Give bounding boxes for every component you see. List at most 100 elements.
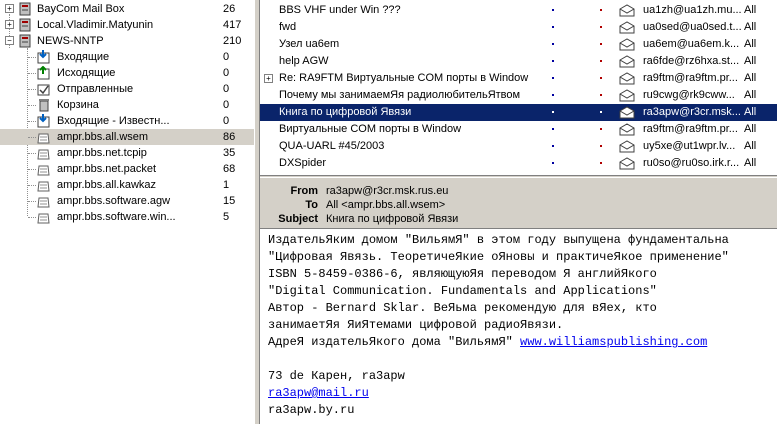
tree-connector-line bbox=[28, 105, 36, 106]
expand-icon[interactable]: + bbox=[5, 20, 14, 29]
tree-item-sent[interactable]: Отправленные 0 bbox=[0, 81, 254, 97]
envelope-icon bbox=[618, 4, 636, 17]
message-from: uy5xe@ut1wpr.lv... bbox=[643, 140, 736, 152]
message-from: ra9ftm@ra9ftm.pr... bbox=[643, 123, 738, 135]
tree-connector-line bbox=[28, 217, 36, 218]
envelope-icon bbox=[618, 157, 636, 170]
server-icon bbox=[19, 34, 31, 48]
message-from: ua1zh@ua1zh.mu... bbox=[643, 4, 741, 16]
message-row[interactable]: help AGW ra6fde@rz6hxa.st... All bbox=[260, 53, 777, 70]
header-from-row: From ra3apw@r3cr.msk.rus.eu bbox=[260, 184, 777, 198]
message-row[interactable]: BBS VHF under Win ??? ua1zh@ua1zh.mu... Al… bbox=[260, 2, 777, 19]
tree-item-local[interactable]: + Local.Vladimir.Matyunin 417 bbox=[0, 17, 254, 33]
folder-tree[interactable]: + BayCom Mail Box 26 + Local.Vladimir.Ma… bbox=[0, 0, 254, 424]
flag-dot-icon bbox=[600, 128, 602, 130]
message-subject: Узел ua6em bbox=[279, 38, 340, 50]
tree-item-newsgroup-tcpip[interactable]: ampr.bbs.net.tcpip 35 bbox=[0, 145, 254, 161]
tree-item-count: 417 bbox=[223, 19, 242, 31]
tree-item-count: 86 bbox=[223, 131, 236, 143]
message-to: All bbox=[744, 72, 757, 84]
tree-item-count: 1 bbox=[223, 179, 230, 191]
newsgroup-icon bbox=[37, 133, 50, 144]
body-text-line: "Цифровая Явязь. ТеоретичеЯкие оЯновы и … bbox=[268, 250, 729, 264]
tree-item-newsgroup-win[interactable]: ampr.bbs.software.win... 5 bbox=[0, 209, 254, 225]
body-text-line: занимаетЯя ЯиЯтемами цифровой радиоЯвязи… bbox=[268, 318, 564, 332]
tree-item-label: Корзина bbox=[57, 99, 99, 111]
header-to-row: To All <ampr.bbs.all.wsem> bbox=[260, 198, 777, 212]
tree-item-inbox[interactable]: Входящие 0 bbox=[0, 49, 254, 65]
flag-dot-icon bbox=[600, 60, 602, 62]
message-subject: help AGW bbox=[279, 55, 329, 67]
newsgroup-icon bbox=[37, 181, 50, 192]
flag-dot-icon bbox=[552, 77, 554, 79]
tree-item-newsgroup-kawkaz[interactable]: ampr.bbs.all.kawkaz 1 bbox=[0, 177, 254, 193]
message-row[interactable]: DXSpider ru0so@ru0so.irk.r... All bbox=[260, 155, 777, 172]
tree-item-label: ampr.bbs.all.kawkaz bbox=[57, 179, 157, 191]
flag-dot-icon bbox=[600, 26, 602, 28]
tree-item-label: ampr.bbs.software.agw bbox=[57, 195, 171, 207]
message-row[interactable]: Виртуальные COM порты в Window ra9ftm@ra9… bbox=[260, 121, 777, 138]
header-subject-value: Книга по цифровой Явязи bbox=[326, 213, 459, 225]
flag-dot-icon bbox=[600, 9, 602, 11]
flag-dot-icon bbox=[552, 111, 554, 113]
message-body-pane[interactable]: ИздательЯким домом "ВильямЯ" в этом году… bbox=[260, 228, 777, 424]
message-subject: QUA-UARL #45/2003 bbox=[279, 140, 385, 152]
tree-connector-line bbox=[28, 201, 36, 202]
tree-item-newsgroup-agw[interactable]: ampr.bbs.software.agw 15 bbox=[0, 193, 254, 209]
message-to: All bbox=[744, 89, 757, 101]
tree-connector-line bbox=[28, 169, 36, 170]
tree-item-label: ampr.bbs.net.tcpip bbox=[57, 147, 147, 159]
message-row[interactable]: Узел ua6em ua6em@ua6em.k... All bbox=[260, 36, 777, 53]
tree-item-outbox[interactable]: Исходящие 0 bbox=[0, 65, 254, 81]
message-to: All bbox=[744, 21, 757, 33]
flag-dot-icon bbox=[552, 9, 554, 11]
tree-item-newsgroup-wsem[interactable]: ampr.bbs.all.wsem 86 bbox=[0, 129, 254, 145]
tree-item-label: Входящие - Известн... bbox=[57, 115, 170, 127]
tree-item-count: 35 bbox=[223, 147, 236, 159]
tree-item-count: 210 bbox=[223, 35, 242, 47]
tree-connector-line bbox=[28, 121, 36, 122]
header-from-label: From bbox=[290, 185, 319, 197]
collapse-icon[interactable]: − bbox=[5, 36, 14, 45]
tree-item-news-nntp[interactable]: − NEWS-NNTP 210 bbox=[0, 33, 254, 49]
tree-item-label: ampr.bbs.net.packet bbox=[57, 163, 157, 175]
tree-item-trash[interactable]: Корзина 0 bbox=[0, 97, 254, 113]
flag-dot-icon bbox=[600, 77, 602, 79]
message-subject: Виртуальные COM порты в Window bbox=[279, 123, 462, 135]
expand-icon[interactable]: + bbox=[5, 4, 14, 13]
tree-connector-line bbox=[28, 153, 36, 154]
message-to: All bbox=[744, 157, 757, 169]
sent-icon bbox=[37, 84, 50, 96]
envelope-icon bbox=[618, 106, 636, 119]
newsgroup-icon bbox=[37, 165, 50, 176]
body-text-line: ra3apw@mail.ru bbox=[268, 385, 369, 402]
body-text-line: "Digital Communication. Fundamentals and… bbox=[268, 284, 657, 298]
tree-item-newsgroup-packet[interactable]: ampr.bbs.net.packet 68 bbox=[0, 161, 254, 177]
envelope-icon bbox=[618, 89, 636, 102]
tree-item-label: Отправленные bbox=[57, 83, 134, 95]
body-text-line: ra3apw.by.ru bbox=[268, 403, 355, 417]
tree-item-label: NEWS-NNTP bbox=[37, 35, 104, 47]
email-link[interactable]: ra3apw@mail.ru bbox=[268, 386, 369, 400]
message-row[interactable]: Почему мы занимаемЯя радиолюбительЯтвом r… bbox=[260, 87, 777, 104]
envelope-icon bbox=[618, 72, 636, 85]
tree-item-baycom[interactable]: + BayCom Mail Box 26 bbox=[0, 1, 254, 17]
flag-dot-icon bbox=[600, 162, 602, 164]
body-text-segment: АдреЯ издательЯкого дома "ВильямЯ" bbox=[268, 335, 521, 349]
expand-thread-icon[interactable]: + bbox=[264, 74, 273, 83]
message-row[interactable]: QUA-UARL #45/2003 uy5xe@ut1wpr.lv... All bbox=[260, 138, 777, 155]
body-text-line: АдреЯ издательЯкого дома "ВильямЯ" www.w… bbox=[268, 334, 707, 351]
website-link[interactable]: www.williamspublishing.com bbox=[520, 335, 707, 349]
envelope-icon bbox=[618, 123, 636, 136]
message-list[interactable]: BBS VHF under Win ??? ua1zh@ua1zh.mu... Al… bbox=[260, 0, 777, 176]
message-row[interactable]: + Re: RA9FTM Виртуальные COM порты в Wind… bbox=[260, 70, 777, 87]
message-row[interactable]: fwd ua0sed@ua0sed.t... All bbox=[260, 19, 777, 36]
message-row[interactable]: Книга по цифровой Явязи ra3apw@r3cr.msk..… bbox=[260, 104, 777, 121]
tree-item-inbox-known[interactable]: Входящие - Известн... 0 bbox=[0, 113, 254, 129]
message-to: All bbox=[744, 106, 757, 118]
tree-item-count: 0 bbox=[223, 51, 230, 63]
header-to-value: All <ampr.bbs.all.wsem> bbox=[326, 199, 446, 211]
flag-dot-icon bbox=[600, 111, 602, 113]
message-from: ru0so@ru0so.irk.r... bbox=[643, 157, 740, 169]
tree-item-count: 0 bbox=[223, 67, 230, 79]
